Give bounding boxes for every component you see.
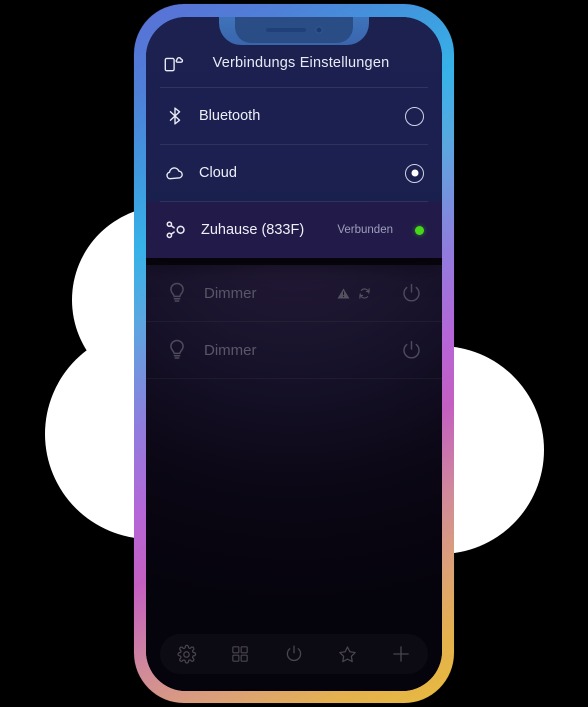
- plus-icon: [393, 646, 409, 662]
- device-name: Dimmer: [204, 284, 257, 302]
- phone-frame: Dimmer Dimmer Verbindungs Einstellungen …: [134, 4, 454, 703]
- lightbulb-icon: [170, 282, 184, 302]
- grid-icon: [232, 646, 249, 662]
- gear-icon: [177, 644, 197, 664]
- warning-icon[interactable]: [337, 287, 350, 300]
- connection-settings-panel: Verbindungs Einstellungen Bluetooth Clou…: [146, 17, 442, 258]
- refresh-icon[interactable]: [358, 287, 371, 300]
- connection-label: Zuhause (833F): [201, 222, 305, 238]
- device-row-dimmer-2[interactable]: Dimmer: [146, 322, 442, 379]
- bottom-navigation-bar: [160, 634, 428, 674]
- nav-settings-button[interactable]: [170, 637, 204, 671]
- connection-label: Bluetooth: [199, 108, 261, 124]
- nav-add-button[interactable]: [384, 637, 418, 671]
- connection-row-cloud[interactable]: Cloud: [146, 145, 442, 201]
- power-icon[interactable]: [399, 338, 424, 363]
- device-list: Dimmer Dimmer: [146, 265, 442, 691]
- connection-label: Cloud: [199, 165, 237, 181]
- connection-row-zuhause[interactable]: Zuhause (833F) Verbunden: [146, 202, 442, 258]
- lightbulb-icon: [170, 339, 184, 359]
- notch: [235, 17, 353, 43]
- device-name: Dimmer: [204, 341, 257, 359]
- power-icon[interactable]: [399, 281, 424, 306]
- nav-dashboard-button[interactable]: [223, 637, 257, 671]
- device-cloud-icon: [164, 56, 184, 72]
- status-badge: [415, 225, 424, 235]
- bluetooth-icon: [169, 107, 181, 125]
- cloud-icon: [166, 167, 183, 180]
- star-icon: [339, 645, 356, 662]
- radio-bluetooth[interactable]: [405, 106, 424, 126]
- device-row-dimmer-1[interactable]: Dimmer: [146, 265, 442, 322]
- connection-row-bluetooth[interactable]: Bluetooth: [146, 88, 442, 144]
- power-icon: [286, 645, 302, 662]
- nav-favorites-button[interactable]: [331, 637, 365, 671]
- radio-cloud[interactable]: [405, 163, 424, 183]
- phone-screen: Dimmer Dimmer Verbindungs Einstellungen …: [146, 17, 442, 691]
- screenshot-stage: Dimmer Dimmer Verbindungs Einstellungen …: [0, 0, 588, 707]
- connection-status: Verbunden: [337, 224, 393, 236]
- device-flags: [337, 287, 371, 300]
- panel-header: Verbindungs Einstellungen: [146, 39, 442, 87]
- nav-scenes-button[interactable]: [277, 637, 311, 671]
- page-title: Verbindungs Einstellungen: [212, 55, 390, 71]
- earpiece-speaker-icon: [265, 28, 306, 32]
- front-camera-icon: [314, 26, 323, 34]
- network-hub-icon: [166, 221, 185, 239]
